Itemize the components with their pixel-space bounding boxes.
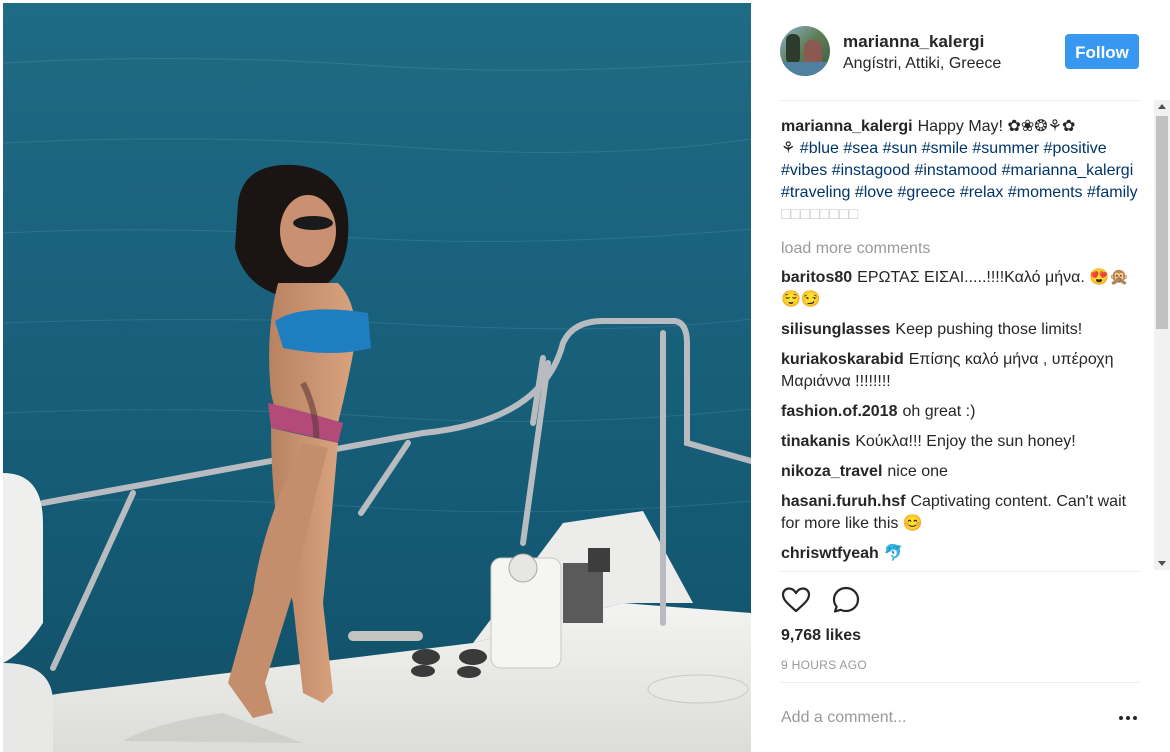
post-timestamp[interactable]: 9 HOURS AGO — [781, 658, 867, 672]
hashtag-link[interactable]: #vibes — [781, 162, 827, 179]
photo-illustration — [3, 57, 751, 752]
post-photo[interactable] — [3, 3, 751, 752]
hashtag-link[interactable]: #instagood — [832, 162, 910, 179]
comment-username[interactable]: hasani.furuh.hsf — [781, 493, 905, 510]
hashtag-link[interactable]: #relax — [960, 184, 1004, 201]
comment-username[interactable]: kuriakoskarabid — [781, 351, 904, 368]
divider — [780, 682, 1140, 683]
header-username[interactable]: marianna_kalergi — [843, 32, 984, 52]
hashtag-link[interactable]: #summer — [972, 140, 1039, 157]
avatar-ground — [780, 62, 830, 76]
comment-text: 🐬 — [883, 545, 904, 562]
hashtag-link[interactable]: #love — [855, 184, 893, 201]
comment-username[interactable]: tinakanis — [781, 433, 850, 450]
hashtag-link[interactable]: #marianna_kalergi — [1002, 162, 1134, 179]
comment-username[interactable]: baritos80 — [781, 269, 852, 286]
comment-text: oh great :) — [902, 403, 976, 420]
dot — [1119, 716, 1123, 720]
comment-bubble-icon[interactable] — [830, 584, 862, 616]
hashtag-link[interactable]: #greece — [898, 184, 956, 201]
caption-hashtags: #blue #sea #sun #smile #summer #positive… — [781, 140, 1138, 201]
hashtag-link[interactable]: #smile — [922, 140, 968, 157]
comment-item: baritos80 ΕΡΩΤΑΣ ΕΙΣΑΙ.....!!!!Καλό μήνα.… — [781, 267, 1141, 311]
hashtag-link[interactable]: #sea — [843, 140, 878, 157]
scroll-down-arrow-icon[interactable] — [1158, 561, 1166, 566]
comment-item: nikoza_travel nice one — [781, 461, 1141, 483]
hashtag-link[interactable]: #traveling — [781, 184, 850, 201]
comment-text: Keep pushing those limits! — [895, 321, 1083, 338]
follow-button[interactable]: Follow — [1065, 34, 1139, 69]
likes-count[interactable]: 9,768 likes — [781, 627, 861, 645]
caption-username[interactable]: marianna_kalergi — [781, 118, 913, 135]
hashtag-link[interactable]: #moments — [1008, 184, 1083, 201]
comments-list: marianna_kalergi Happy May! ✿❀❂⚘✿ ⚘ #blue… — [781, 116, 1141, 566]
comment-username[interactable]: silisunglasses — [781, 321, 890, 338]
dot — [1133, 716, 1137, 720]
caption: marianna_kalergi Happy May! ✿❀❂⚘✿ ⚘ #blue… — [781, 116, 1141, 226]
avatar-figure-1 — [786, 34, 800, 64]
hashtag-link[interactable]: #family — [1087, 184, 1138, 201]
instagram-post: marianna_kalergi Angístri, Attiki, Greec… — [0, 0, 1170, 752]
comment-item: hasani.furuh.hsf Captivating content. Can… — [781, 491, 1141, 535]
post-header: marianna_kalergi Angístri, Attiki, Greec… — [752, 0, 1170, 100]
comment-username[interactable]: fashion.of.2018 — [781, 403, 897, 420]
heart-icon[interactable] — [780, 584, 812, 616]
divider — [780, 571, 1140, 572]
caption-trailing: □□□□□□□□ — [781, 206, 859, 223]
post-actions — [780, 584, 900, 618]
hashtag-link[interactable]: #blue — [800, 140, 839, 157]
comment-item: tinakanis Κούκλα!!! Enjoy the sun honey! — [781, 431, 1141, 453]
hashtag-link[interactable]: #sun — [883, 140, 918, 157]
scrollbar-thumb[interactable] — [1156, 116, 1168, 329]
avatar[interactable] — [780, 26, 830, 76]
comment-item: kuriakoskarabid Επίσης καλό μήνα , υπέροχ… — [781, 349, 1141, 393]
comment-text: nice one — [887, 463, 948, 480]
comments-scrollbar[interactable] — [1154, 100, 1170, 570]
add-comment-input[interactable] — [781, 705, 1101, 731]
comment-item: fashion.of.2018 oh great :) — [781, 401, 1141, 423]
more-options-icon[interactable] — [1118, 707, 1140, 727]
load-more-comments-link[interactable]: load more comments — [781, 238, 1141, 260]
post-side-panel: marianna_kalergi Angístri, Attiki, Greec… — [752, 0, 1170, 752]
divider — [780, 100, 1140, 101]
header-location[interactable]: Angístri, Attiki, Greece — [843, 55, 1001, 73]
caption-text: Happy May! ✿❀❂⚘✿ — [917, 118, 1076, 135]
scroll-up-arrow-icon[interactable] — [1158, 104, 1166, 109]
caption-text-flower: ⚘ — [781, 140, 796, 157]
hashtag-link[interactable]: #positive — [1044, 140, 1107, 157]
comment-item: silisunglasses Keep pushing those limits! — [781, 319, 1141, 341]
comment-items: baritos80 ΕΡΩΤΑΣ ΕΙΣΑΙ.....!!!!Καλό μήνα.… — [781, 267, 1141, 565]
comment-username[interactable]: chriswtfyeah — [781, 545, 879, 562]
comment-item: chriswtfyeah 🐬 — [781, 543, 1141, 565]
comment-text: Κούκλα!!! Enjoy the sun honey! — [855, 433, 1076, 450]
hashtag-link[interactable]: #instamood — [914, 162, 997, 179]
dot — [1126, 716, 1130, 720]
comment-username[interactable]: nikoza_travel — [781, 463, 882, 480]
